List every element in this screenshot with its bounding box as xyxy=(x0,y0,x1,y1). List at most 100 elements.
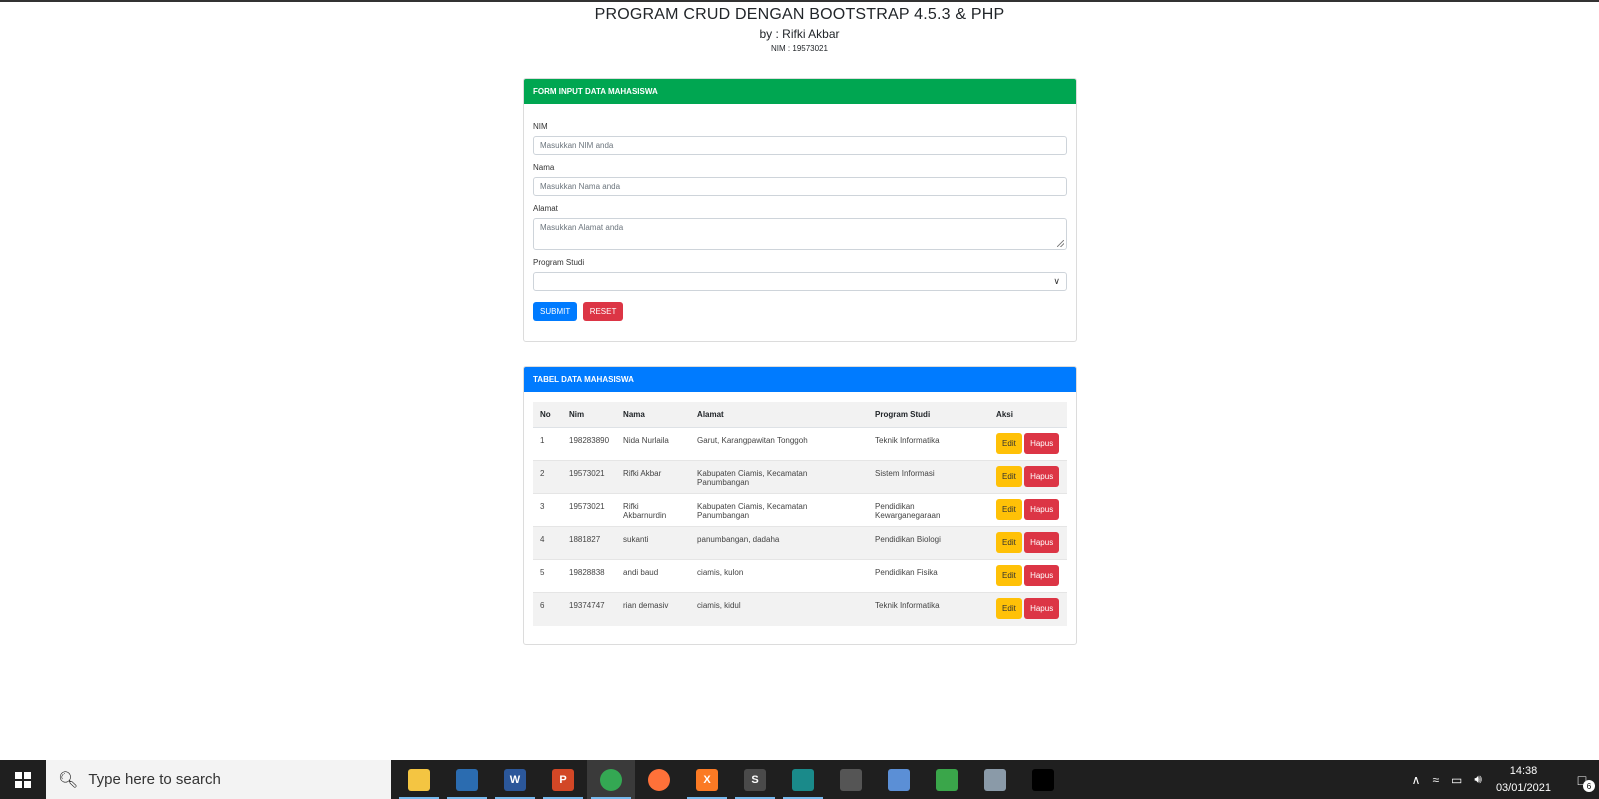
hapus-button[interactable]: Hapus xyxy=(1024,466,1060,487)
cell-alamat: Kabupaten Ciamis, Kecamatan Panumbangan xyxy=(690,460,869,494)
taskbar-app-button[interactable]: W xyxy=(491,760,539,799)
taskbar-app-button[interactable] xyxy=(971,760,1019,799)
taskbar-app-button[interactable] xyxy=(1019,760,1067,799)
submit-button[interactable]: SUBMIT xyxy=(533,302,578,321)
taskbar-app-button[interactable] xyxy=(395,760,443,799)
edit-button[interactable]: Edit xyxy=(996,565,1022,586)
powerpoint-icon: P xyxy=(552,768,574,791)
prodi-select[interactable]: ∨ xyxy=(533,272,1067,291)
cell-aksi: Edit Hapus xyxy=(989,460,1067,494)
cell-prodi: Pendidikan Kewarganegaraan xyxy=(868,493,990,527)
chrome-icon xyxy=(600,768,622,791)
taskbar-app-button[interactable] xyxy=(587,760,635,799)
cell-aksi: Edit Hapus xyxy=(989,493,1067,527)
cell-no: 1 xyxy=(533,427,562,461)
column-header-nama: Nama xyxy=(616,402,691,428)
page-header: PROGRAM CRUD DENGAN BOOTSTRAP 4.5.3 & PH… xyxy=(0,6,1599,53)
alamat-group: Alamat Masukkan Alamat anda xyxy=(533,204,1067,250)
cell-nim: 19828838 xyxy=(562,559,617,593)
wifi-icon[interactable]: ≈ xyxy=(1432,773,1439,787)
nim-group: NIM Masukkan NIM anda xyxy=(533,122,1067,155)
nama-input[interactable]: Masukkan Nama anda xyxy=(533,177,1067,196)
cell-aksi: Edit Hapus xyxy=(989,526,1067,560)
cell-nama: sukanti xyxy=(616,526,691,560)
page-title: PROGRAM CRUD DENGAN BOOTSTRAP 4.5.3 & PH… xyxy=(594,6,1005,23)
table-body: 1 198283890 Nida Nurlaila Garut, Karangpawi… xyxy=(533,427,1067,626)
clock[interactable]: 14:38 03/01/2021 xyxy=(1496,763,1551,797)
taskbar-app-button[interactable]: P xyxy=(539,760,587,799)
terminal-icon xyxy=(1032,768,1054,791)
alamat-label: Alamat xyxy=(533,204,558,213)
edit-button[interactable]: Edit xyxy=(996,532,1022,553)
edit-button[interactable]: Edit xyxy=(996,466,1022,487)
table-row: 2 19573021 Rifki Akbar Kabupaten Ciamis, Ke… xyxy=(533,460,1067,494)
reset-button[interactable]: RESET xyxy=(582,302,624,321)
notification-button[interactable]: □ 6 xyxy=(1565,760,1599,799)
volume-icon[interactable]: 🔊︎ xyxy=(1474,772,1482,787)
cell-no: 5 xyxy=(533,559,562,593)
page-subtitle: by : Rifki Akbar xyxy=(759,27,840,41)
media-player-icon xyxy=(792,768,814,791)
start-button[interactable] xyxy=(0,760,46,799)
hapus-button[interactable]: Hapus xyxy=(1024,433,1060,454)
chevron-down-icon: ∨ xyxy=(1053,276,1060,286)
edit-button[interactable]: Edit xyxy=(996,598,1022,619)
hapus-button[interactable]: Hapus xyxy=(1024,565,1060,586)
page-nim: NIM : 19573021 xyxy=(771,44,828,53)
cell-nim: 19573021 xyxy=(562,460,617,494)
taskbar-app-button[interactable] xyxy=(923,760,971,799)
resize-handle-icon[interactable] xyxy=(1057,240,1064,247)
table-row: 6 19374747 rian demasiv ciamis, kidul Teknik… xyxy=(533,592,1067,626)
word-icon: W xyxy=(504,768,526,791)
nama-group: Nama Masukkan Nama anda xyxy=(533,163,1067,196)
xampp-icon: X xyxy=(696,768,718,791)
taskbar-app-button[interactable]: X xyxy=(683,760,731,799)
mahasiswa-table: No Nim Nama Alamat Program Studi Aksi 11… xyxy=(533,402,1067,626)
cell-prodi: Pendidikan Fisika xyxy=(868,559,990,593)
edit-button[interactable]: Edit xyxy=(996,499,1022,520)
network-app-icon xyxy=(936,768,958,791)
table-row: 4 1881827 sukanti panumbangan, dadaha Pendid… xyxy=(533,526,1067,560)
app-icon xyxy=(984,768,1006,791)
windows-icon xyxy=(15,771,31,788)
column-header-alamat: Alamat xyxy=(690,402,869,428)
hapus-button[interactable]: Hapus xyxy=(1024,598,1060,619)
taskbar-app-button[interactable] xyxy=(875,760,923,799)
chevron-up-icon[interactable]: ∧ xyxy=(1412,773,1421,787)
taskbar-app-button[interactable] xyxy=(443,760,491,799)
app-icon xyxy=(840,768,862,791)
nama-label: Nama xyxy=(533,163,555,172)
table-row: 3 19573021 Rifki Akbarnurdin Kabupaten Ciam… xyxy=(533,493,1067,527)
taskbar-app-button[interactable] xyxy=(635,760,683,799)
battery-icon[interactable]: ▭ xyxy=(1451,773,1462,787)
table-row: 5 19828838 andi baud ciamis, kulon Pendidika… xyxy=(533,559,1067,593)
table-header-row: No Nim Nama Alamat Program Studi Aksi xyxy=(533,402,1067,428)
cell-prodi: Teknik Informatika xyxy=(868,427,990,461)
cell-alamat: ciamis, kidul xyxy=(690,592,869,626)
cell-nama: Rifki Akbar xyxy=(616,460,691,494)
search-icon: 🔍︎ xyxy=(58,771,79,789)
cell-prodi: Pendidikan Biologi xyxy=(868,526,990,560)
edit-button[interactable]: Edit xyxy=(996,433,1022,454)
hapus-button[interactable]: Hapus xyxy=(1024,499,1060,520)
cell-no: 3 xyxy=(533,493,562,527)
nim-input[interactable]: Masukkan NIM anda xyxy=(533,136,1067,155)
taskbar-app-button[interactable]: S xyxy=(731,760,779,799)
taskbar-search[interactable]: 🔍︎ Type here to search xyxy=(46,760,391,799)
cell-nama: Nida Nurlaila xyxy=(616,427,691,461)
taskbar-app-button[interactable] xyxy=(779,760,827,799)
cell-alamat: Garut, Karangpawitan Tonggoh xyxy=(690,427,869,461)
cell-aksi: Edit Hapus xyxy=(989,427,1067,461)
cell-nama: rian demasiv xyxy=(616,592,691,626)
search-placeholder: Type here to search xyxy=(88,771,221,788)
cell-nama: andi baud xyxy=(616,559,691,593)
cell-no: 4 xyxy=(533,526,562,560)
alamat-textarea[interactable]: Masukkan Alamat anda xyxy=(533,218,1067,250)
taskbar-app-button[interactable] xyxy=(827,760,875,799)
hapus-button[interactable]: Hapus xyxy=(1024,532,1060,553)
column-header-prodi: Program Studi xyxy=(868,402,990,428)
table-row: 1 198283890 Nida Nurlaila Garut, Karangpawi… xyxy=(533,427,1067,461)
notification-badge: 6 xyxy=(1583,780,1595,792)
cell-nim: 198283890 xyxy=(562,427,617,461)
nim-label: NIM xyxy=(533,122,548,131)
